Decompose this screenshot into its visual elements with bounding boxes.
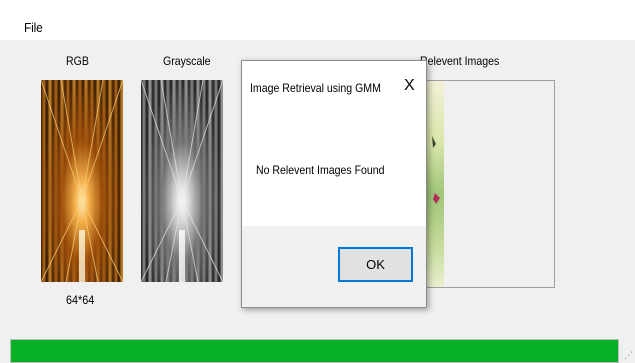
relevant-images-panel (425, 80, 555, 288)
dialog-title: Image Retrieval using GMM (250, 81, 381, 95)
resize-grip-icon[interactable]: ⋰ (624, 350, 633, 361)
relevant-image-thumbnail[interactable] (426, 81, 444, 287)
menu-file[interactable]: File (24, 20, 43, 35)
relevant-images-label: Relevent Images (420, 54, 500, 68)
close-icon[interactable]: X (404, 77, 415, 95)
image-size-label: 64*64 (66, 293, 95, 307)
ok-button[interactable]: OK (338, 247, 413, 282)
rgb-label: RGB (66, 54, 89, 68)
dialog-footer: OK (242, 226, 426, 307)
progress-fill (11, 340, 618, 362)
progress-bar (10, 339, 619, 363)
grayscale-image (141, 80, 223, 282)
rgb-image (41, 80, 123, 282)
message-dialog: Image Retrieval using GMM X No Relevent … (241, 60, 427, 308)
dialog-message: No Relevent Images Found (256, 163, 385, 177)
grayscale-label: Grayscale (163, 54, 211, 68)
menu-bar: File (0, 0, 635, 40)
